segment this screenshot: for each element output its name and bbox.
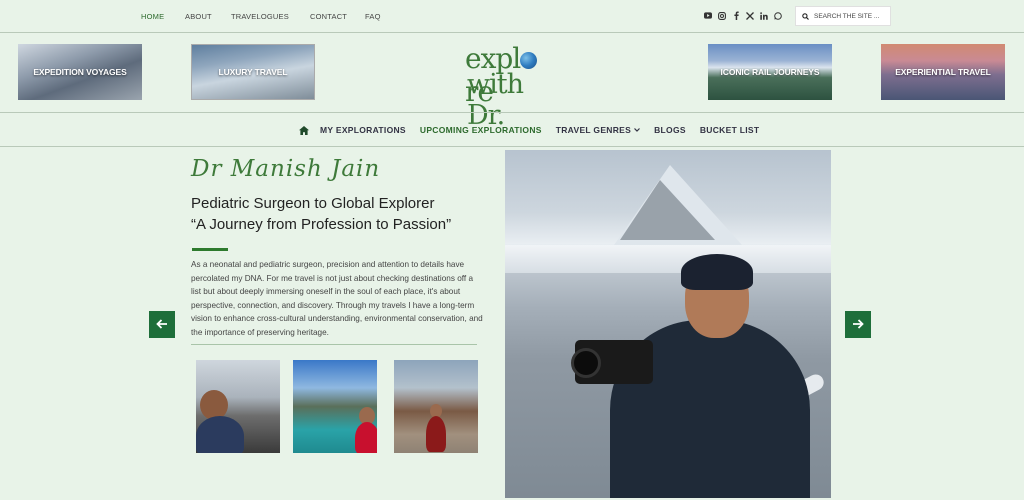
accent-underline <box>192 248 228 251</box>
nav-blogs[interactable]: BLOGS <box>654 125 686 135</box>
headline-line-1: Pediatric Surgeon to Global Explorer <box>191 195 435 212</box>
promo-label: ICONIC RAIL JOURNEYS <box>720 67 820 77</box>
top-nav-faq[interactable]: FAQ <box>365 12 385 21</box>
top-nav-travelogues[interactable]: TRAVELOGUES <box>231 12 310 21</box>
thumbnail-3[interactable] <box>394 360 478 453</box>
thumbnail-2[interactable] <box>293 360 377 453</box>
promo-label: EXPEDITION VOYAGES <box>33 67 127 77</box>
photo-snowline <box>505 245 831 273</box>
thumbnail-figure <box>196 416 244 453</box>
arrow-left-icon <box>156 316 168 334</box>
youtube-icon[interactable] <box>704 11 712 20</box>
linkedin-icon[interactable] <box>760 11 768 20</box>
home-icon[interactable] <box>299 125 309 135</box>
hero-photo <box>505 150 831 498</box>
thumbnail-figure <box>426 416 446 452</box>
top-nav-home[interactable]: HOME <box>141 12 185 21</box>
chevron-down-icon[interactable] <box>634 128 641 132</box>
promo-luxury-travel[interactable]: LUXURY TRAVEL <box>191 44 315 100</box>
photo-mountain-rock <box>620 180 715 240</box>
top-nav: HOME ABOUT TRAVELOGUES CONTACT FAQ <box>141 12 385 21</box>
facebook-icon[interactable] <box>732 11 740 20</box>
hero-paragraph: As a neonatal and pediatric surgeon, pre… <box>191 260 483 337</box>
promo-label: EXPERIENTIAL TRAVEL <box>895 67 991 77</box>
nav-upcoming-explorations[interactable]: UPCOMING EXPLORATIONS <box>420 125 542 135</box>
search-input[interactable] <box>814 12 890 20</box>
top-bar: HOME ABOUT TRAVELOGUES CONTACT FAQ <box>0 0 1024 33</box>
globe-icon <box>520 52 538 69</box>
whatsapp-icon[interactable] <box>774 11 782 20</box>
main-nav-bar: MY EXPLORATIONS UPCOMING EXPLORATIONS TR… <box>0 112 1024 147</box>
thumbnail-figure <box>355 422 377 453</box>
x-icon[interactable] <box>746 11 754 20</box>
search-box <box>795 6 891 26</box>
social-links <box>704 11 782 20</box>
main-nav: MY EXPLORATIONS UPCOMING EXPLORATIONS TR… <box>299 125 759 135</box>
search-icon[interactable] <box>802 7 809 25</box>
top-nav-contact[interactable]: CONTACT <box>310 12 365 21</box>
hero-headline: Pediatric Surgeon to Global Explorer “A … <box>191 193 451 235</box>
promo-expedition-voyages[interactable]: EXPEDITION VOYAGES <box>18 44 142 100</box>
nav-bucket-list[interactable]: BUCKET LIST <box>700 125 760 135</box>
thumbnail-1[interactable] <box>196 360 280 453</box>
headline-line-2: “A Journey from Profession to Passion” <box>191 216 452 233</box>
instagram-icon[interactable] <box>718 11 726 20</box>
nav-travel-genres[interactable]: TRAVEL GENRES <box>556 125 631 135</box>
nav-my-explorations[interactable]: MY EXPLORATIONS <box>320 125 406 135</box>
photo-camera-lens <box>571 348 601 378</box>
carousel-next-button[interactable] <box>845 311 871 338</box>
hero-name: Dr Manish Jain <box>191 156 381 182</box>
site-logo[interactable]: explre with Dr. <box>462 42 562 131</box>
promo-experiential-travel[interactable]: EXPERIENTIAL TRAVEL <box>881 44 1005 100</box>
carousel-prev-button[interactable] <box>149 311 175 338</box>
promo-iconic-rail-journeys[interactable]: ICONIC RAIL JOURNEYS <box>708 44 832 100</box>
promo-label: LUXURY TRAVEL <box>218 67 288 77</box>
photo-person-hat <box>681 254 753 290</box>
divider <box>191 344 477 345</box>
arrow-right-icon <box>852 316 864 334</box>
top-nav-about[interactable]: ABOUT <box>185 12 231 21</box>
